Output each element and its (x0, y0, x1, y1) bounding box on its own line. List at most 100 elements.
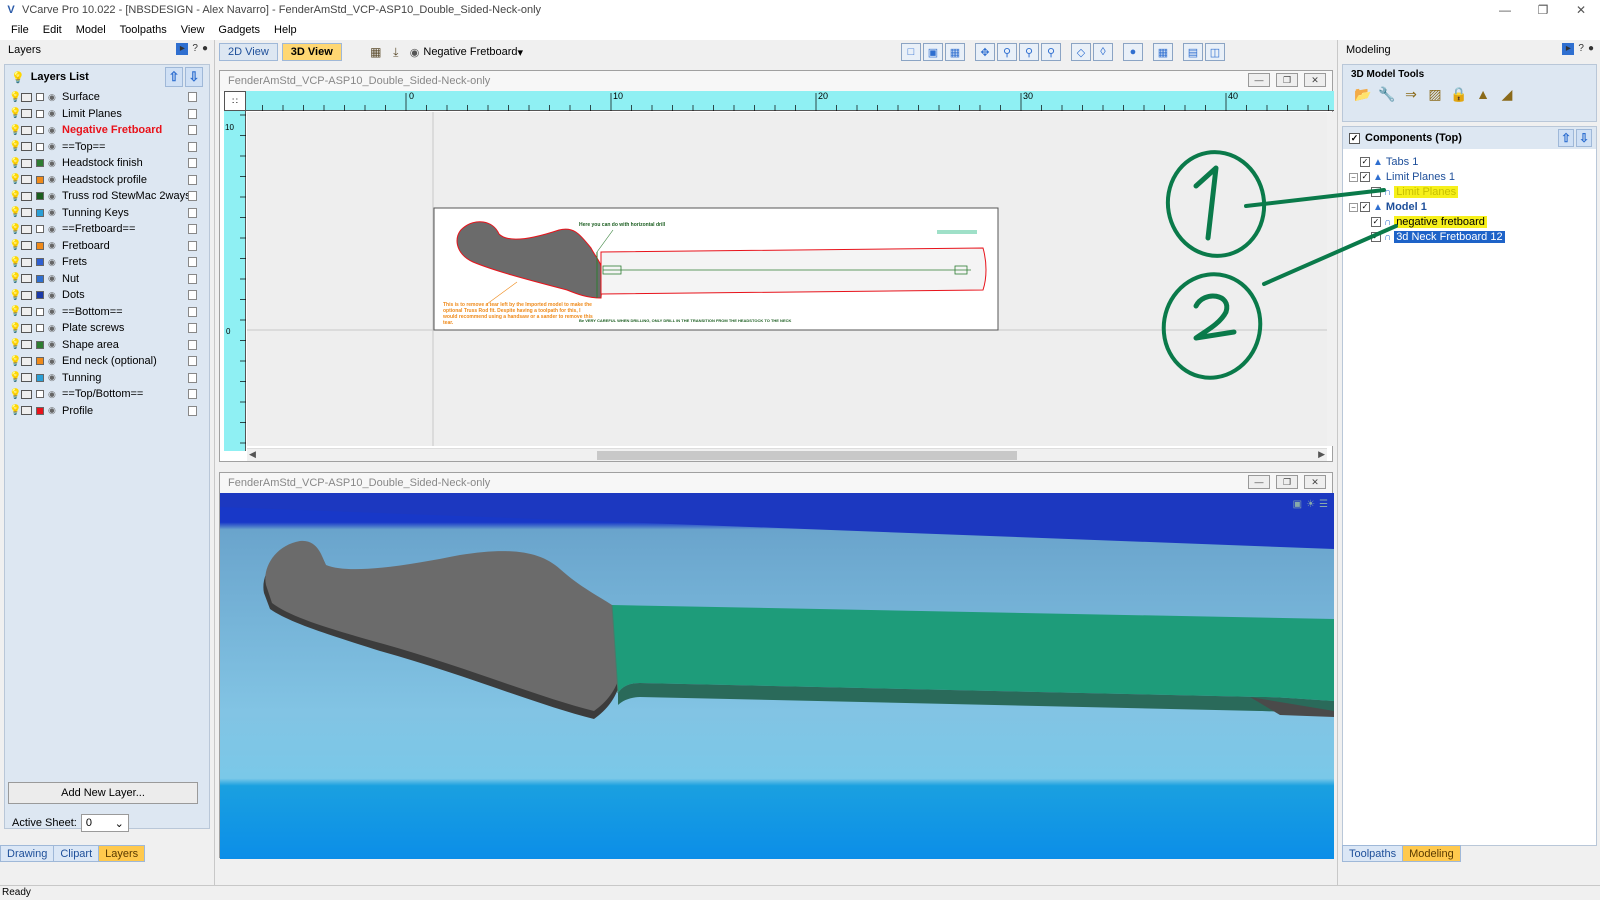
layer-sheet-icon[interactable] (188, 339, 197, 350)
minimize-icon[interactable]: — (1248, 73, 1270, 87)
layer-visibility-icon[interactable] (21, 340, 32, 350)
lightbulb-icon[interactable]: 💡 (9, 125, 21, 136)
layer-visibility-icon[interactable] (21, 406, 32, 416)
layer-row[interactable]: 💡 ◉ Frets (5, 254, 209, 271)
move-layer-up-icon[interactable]: ⇧ (165, 67, 183, 87)
component-visibility-checkbox[interactable]: ✓ (1360, 172, 1370, 182)
layer-row[interactable]: 💡 ◉ Dots (5, 287, 209, 304)
lightbulb-icon[interactable]: 💡 (9, 92, 21, 103)
arrow-right-icon[interactable]: ⇒ (1401, 84, 1421, 104)
orient-top-icon[interactable]: ◊ (1093, 43, 1113, 61)
layer-row[interactable]: 💡 ◉ Negative Fretboard (5, 122, 209, 139)
layer-color-swatch[interactable] (36, 208, 44, 217)
layer-row[interactable]: 💡 ◉ ==Top/Bottom== (5, 386, 209, 403)
layer-visibility-icon[interactable] (21, 307, 32, 317)
layer-visibility-icon[interactable] (21, 175, 32, 185)
layer-row[interactable]: 💡 ◉ End neck (optional) (5, 353, 209, 370)
lightbulb-icon[interactable]: 💡 (9, 356, 21, 367)
layer-visibility-icon[interactable] (21, 257, 32, 267)
layer-visibility-icon[interactable] (21, 274, 32, 284)
menu-model[interactable]: Model (69, 24, 113, 36)
layer-row[interactable]: 💡 ◉ Plate screws (5, 320, 209, 337)
lightbulb-icon[interactable]: 💡 (9, 323, 21, 334)
layer-color-swatch[interactable] (36, 373, 44, 382)
layer-lock-icon[interactable]: ◉ (48, 125, 58, 136)
grid-snap-icon[interactable]: ▣ (923, 43, 943, 61)
tile-horizontal-icon[interactable]: ▤ (1183, 43, 1203, 61)
component-visibility-checkbox[interactable]: ✓ (1371, 217, 1381, 227)
tile-vertical-icon[interactable]: ◫ (1205, 43, 1225, 61)
help-icon[interactable]: ? (192, 43, 198, 55)
layer-color-swatch[interactable] (36, 126, 44, 135)
layer-row[interactable]: 💡 ◉ Fretboard (5, 238, 209, 255)
lightbulb-icon[interactable]: 💡 (9, 191, 21, 202)
layer-color-swatch[interactable] (36, 109, 44, 118)
layer-sheet-icon[interactable] (188, 224, 197, 234)
layer-visibility-icon[interactable] (21, 142, 32, 152)
layer-sheet-icon[interactable] (188, 141, 197, 152)
layer-lock-icon[interactable]: ◉ (48, 92, 58, 103)
restore-icon[interactable]: ❐ (1524, 0, 1562, 20)
menu-file[interactable]: File (4, 24, 36, 36)
layer-lock-icon[interactable]: ◉ (48, 207, 58, 218)
tab-modeling[interactable]: Modeling (1402, 845, 1461, 862)
pan-icon[interactable]: ✥ (975, 43, 995, 61)
layer-color-swatch[interactable] (36, 225, 44, 234)
layer-color-swatch[interactable] (36, 93, 44, 102)
layer-sheet-icon[interactable] (188, 356, 197, 366)
wrench-icon[interactable]: 🔧 (1377, 84, 1397, 104)
restore-icon[interactable]: ❐ (1276, 73, 1298, 87)
layer-sheet-icon[interactable] (188, 240, 197, 251)
scroll-left-icon[interactable]: ◀ (249, 449, 256, 460)
layer-visibility-icon[interactable] (21, 109, 32, 119)
menu-help[interactable]: Help (267, 24, 304, 36)
layer-row[interactable]: 💡 ◉ Surface (5, 89, 209, 106)
layer-visibility-icon[interactable] (21, 323, 32, 333)
layer-sheet-icon[interactable] (188, 290, 197, 300)
layer-color-swatch[interactable] (36, 159, 44, 168)
layer-sheet-icon[interactable] (188, 174, 197, 185)
3d-scene[interactable]: ▣ ☀ ☰ (220, 493, 1334, 859)
layer-lock-icon[interactable]: ◉ (48, 141, 58, 152)
layer-color-swatch[interactable] (36, 324, 44, 333)
minimize-icon[interactable]: — (1248, 475, 1270, 489)
layer-visibility-icon[interactable] (21, 208, 32, 218)
orient-iso-icon[interactable]: ◇ (1071, 43, 1091, 61)
layer-row[interactable]: 💡 ◉ ==Top== (5, 139, 209, 156)
layer-sheet-icon[interactable] (188, 257, 197, 267)
move-component-down-icon[interactable]: ⇩ (1576, 129, 1592, 147)
lightbulb-icon[interactable]: 💡 (9, 290, 21, 301)
collapse-toggle-icon[interactable]: − (1349, 202, 1358, 212)
lightbulb-icon[interactable]: 💡 (9, 141, 21, 152)
tab-clipart[interactable]: Clipart (53, 845, 100, 862)
tab-2d-view[interactable]: 2D View (219, 43, 278, 61)
lightbulb-icon[interactable]: 💡 (9, 174, 21, 185)
tab-layers[interactable]: Layers (98, 845, 146, 862)
component-row[interactable]: − ✓ ▲ Model 1 (1349, 200, 1427, 214)
layer-color-swatch[interactable] (36, 291, 44, 300)
menu-view[interactable]: View (174, 24, 212, 36)
move-component-up-icon[interactable]: ⇧ (1558, 129, 1574, 147)
layer-lock-icon[interactable]: ◉ (48, 323, 58, 334)
help-icon[interactable]: ? (1578, 43, 1584, 55)
layer-sheet-icon[interactable] (188, 191, 197, 201)
component-row[interactable]: − ✓ ▲ Limit Planes 1 (1349, 170, 1455, 184)
shading-icon[interactable]: ● (1123, 43, 1143, 61)
layer-color-swatch[interactable] (36, 340, 44, 349)
component-row[interactable]: ✓ ▲ Tabs 1 (1349, 155, 1418, 169)
material-icon[interactable]: ▦ (366, 43, 386, 61)
component-visibility-checkbox[interactable]: ✓ (1371, 232, 1381, 242)
layer-row[interactable]: 💡 ◉ Shape area (5, 337, 209, 354)
tab-drawing[interactable]: Drawing (0, 845, 55, 862)
zoom-box-icon[interactable]: ⚲ (997, 43, 1017, 61)
layer-visibility-icon[interactable] (21, 125, 32, 135)
layer-lock-icon[interactable]: ◉ (48, 339, 58, 350)
layer-lock-icon[interactable]: ◉ (48, 108, 58, 119)
layer-sheet-icon[interactable] (188, 405, 197, 416)
layer-row[interactable]: 💡 ◉ Truss rod StewMac 2ways (5, 188, 209, 205)
autohide-icon[interactable]: ● (202, 43, 208, 55)
layer-lock-icon[interactable]: ◉ (48, 356, 58, 367)
lightbulb-icon[interactable]: 💡 (9, 306, 21, 317)
layer-sheet-icon[interactable] (188, 372, 197, 383)
lock-icon[interactable]: 🔒 (1449, 84, 1469, 104)
